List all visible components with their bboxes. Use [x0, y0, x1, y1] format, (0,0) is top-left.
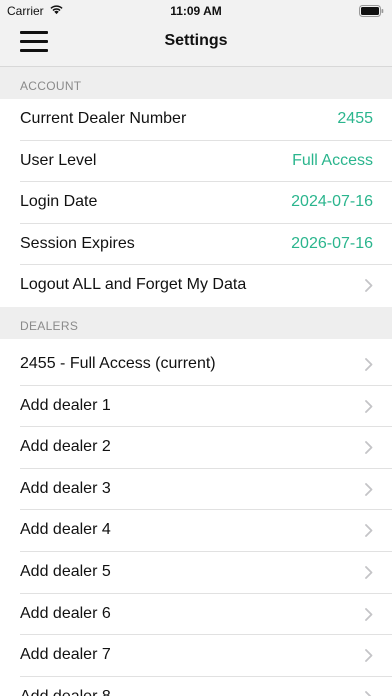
row-label: User Level [20, 151, 97, 169]
row-label: Logout ALL and Forget My Data [20, 276, 247, 294]
add-dealer-8-row[interactable]: Add dealer 8 [0, 676, 392, 696]
chevron-right-icon [365, 279, 373, 293]
chevron-right-icon [365, 441, 373, 455]
row-label: Add dealer 8 [20, 688, 111, 696]
session-expires-row: Session Expires 2026-07-16 [0, 223, 392, 266]
current-dealer-number-row: Current Dealer Number 2455 [0, 99, 392, 141]
dealer-row-current[interactable]: 2455 - Full Access (current) [0, 344, 392, 386]
row-value: 2455 [337, 110, 373, 127]
row-label: Login Date [20, 193, 98, 211]
navigation-bar: Settings [0, 22, 392, 67]
chevron-right-icon [365, 399, 373, 413]
row-label: Add dealer 5 [20, 563, 111, 580]
account-section-header: ACCOUNT [0, 67, 392, 99]
row-value: Full Access [292, 151, 373, 169]
row-label: Add dealer 4 [20, 521, 111, 539]
row-value: 2026-07-16 [291, 234, 373, 252]
status-bar: Carrier 11:09 AM [0, 0, 392, 22]
row-label: Add dealer 7 [20, 646, 111, 664]
add-dealer-2-row[interactable]: Add dealer 2 [0, 427, 392, 469]
page-title: Settings [164, 32, 228, 49]
battery-icon [359, 5, 384, 17]
add-dealer-5-row[interactable]: Add dealer 5 [0, 552, 392, 594]
row-label: Add dealer 2 [20, 438, 111, 456]
add-dealer-3-row[interactable]: Add dealer 3 [0, 468, 392, 511]
row-label: Add dealer 6 [20, 604, 111, 622]
login-date-row: Login Date 2024-07-16 [0, 182, 392, 224]
chevron-right-icon [365, 482, 373, 496]
add-dealer-4-row[interactable]: Add dealer 4 [0, 510, 392, 552]
dealers-section-header: DEALERS [0, 307, 392, 339]
row-label: Session Expires [20, 234, 135, 252]
add-dealer-1-row[interactable]: Add dealer 1 [0, 385, 392, 428]
chevron-right-icon [365, 690, 372, 696]
add-dealer-6-row[interactable]: Add dealer 6 [0, 593, 392, 636]
row-value: 2024-07-16 [291, 193, 373, 211]
chevron-right-icon [365, 524, 373, 538]
add-dealer-7-row[interactable]: Add dealer 7 [0, 635, 392, 677]
user-level-row: User Level Full Access [0, 140, 392, 183]
status-time: 11:09 AM [170, 4, 222, 18]
chevron-right-icon [365, 566, 373, 579]
chevron-right-icon [365, 649, 373, 663]
row-label: Add dealer 3 [20, 479, 111, 497]
logout-all-row[interactable]: Logout ALL and Forget My Data [0, 265, 392, 307]
row-label: Add dealer 1 [20, 396, 111, 414]
row-label: Current Dealer Number [20, 110, 187, 127]
chevron-right-icon [365, 607, 373, 621]
row-label: 2455 - Full Access (current) [20, 355, 216, 372]
chevron-right-icon [365, 358, 373, 371]
